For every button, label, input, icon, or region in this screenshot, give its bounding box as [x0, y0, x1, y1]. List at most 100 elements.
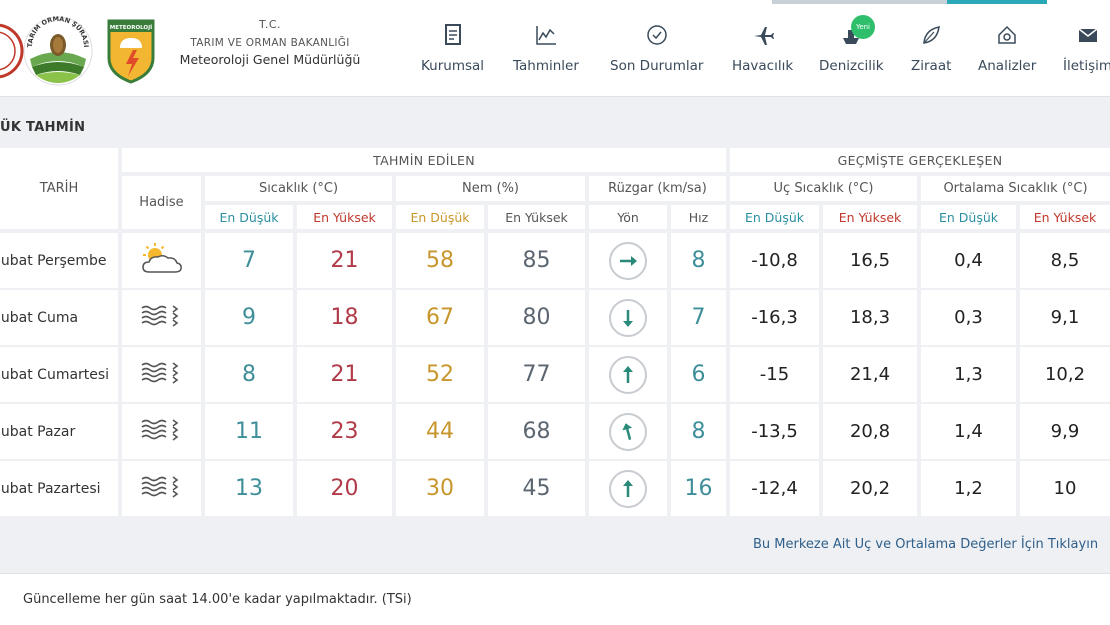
- col-temp-label: Sıcaklık (°C): [258, 181, 339, 196]
- row-ext-low: -10,8: [730, 233, 819, 288]
- group-predicted-header: TAHMİN EDİLEN: [122, 148, 726, 172]
- row-event: [122, 404, 201, 459]
- svg-text:METEOROLOJİ: METEOROLOJİ: [110, 24, 152, 31]
- wind-arrow-icon: [609, 355, 647, 394]
- row-ext-high: 16,5: [823, 233, 917, 288]
- fog-icon: [139, 474, 185, 504]
- row-t-low: 9: [205, 290, 293, 345]
- row-ext-low: -15: [730, 347, 819, 402]
- row-h-low: 67: [396, 290, 484, 345]
- meteoroloji-logo[interactable]: METEOROLOJİ: [106, 18, 156, 88]
- nav-iletisim-label: İletişim: [1063, 58, 1110, 74]
- sub-wind-dir: Yön: [589, 205, 667, 229]
- row-ext-high: 20,8: [823, 404, 917, 459]
- col-extreme-label: Uç Sıcaklık (°C): [773, 181, 874, 196]
- row-date: Şubat Cumartesi: [0, 347, 118, 402]
- chart-icon: [513, 24, 579, 50]
- row-date: Şubat Cuma: [0, 290, 118, 345]
- row-h-low: 58: [396, 233, 484, 288]
- row-t-high: 21: [297, 233, 392, 288]
- col-date-label: TARİH: [39, 181, 79, 196]
- col-humidity-label: Nem (%): [461, 181, 519, 196]
- row-avg-high: 8,5: [1020, 233, 1110, 288]
- row-t-low: 7: [205, 233, 293, 288]
- row-ext-low: -16,3: [730, 290, 819, 345]
- section-title: ÜK TAHMİN: [0, 120, 86, 135]
- row-avg-low: 0,3: [921, 290, 1016, 345]
- document-icon: [421, 24, 484, 50]
- wind-arrow-icon: [609, 298, 647, 337]
- row-wind-speed: 7: [671, 290, 726, 345]
- nav-tahminler[interactable]: Tahminler: [513, 24, 579, 74]
- col-temp-header: Sıcaklık (°C): [205, 176, 392, 201]
- nav-denizcilik-label: Denizcilik: [819, 58, 884, 74]
- sub-humidity-high: En Yüksek: [488, 205, 585, 229]
- row-t-high: 23: [297, 404, 392, 459]
- sub-average-high: En Yüksek: [1020, 205, 1110, 229]
- group-predicted-label: TAHMİN EDİLEN: [373, 152, 475, 168]
- row-wind-speed: 6: [671, 347, 726, 402]
- leaf-icon: [911, 24, 951, 50]
- wind-arrow-icon: [609, 241, 647, 280]
- row-h-high: 80: [488, 290, 585, 345]
- nav-ziraat[interactable]: Ziraat: [911, 24, 951, 74]
- partly-cloudy-icon: [139, 242, 185, 280]
- row-event: [122, 347, 201, 402]
- col-wind-header: Rüzgar (km/sa): [589, 176, 726, 201]
- row-ext-high: 20,2: [823, 461, 917, 516]
- sub-temp-high: En Yüksek: [297, 205, 392, 229]
- row-avg-high: 10: [1020, 461, 1110, 516]
- nav-havacilik[interactable]: Havacılık: [732, 24, 793, 74]
- row-avg-high: 10,2: [1020, 347, 1110, 402]
- ministry-logo[interactable]: [0, 20, 24, 86]
- row-h-high: 85: [488, 233, 585, 288]
- nav-son-durumlar-label: Son Durumlar: [610, 58, 704, 74]
- wind-arrow-icon: [609, 412, 647, 451]
- row-h-high: 68: [488, 404, 585, 459]
- extremes-link[interactable]: Bu Merkeze Ait Uç ve Ortalama Değerler İ…: [753, 537, 1098, 552]
- col-average-label: Ortalama Sıcaklık (°C): [943, 181, 1088, 196]
- nav-tahminler-label: Tahminler: [513, 58, 579, 74]
- row-avg-high: 9,1: [1020, 290, 1110, 345]
- fog-icon: [139, 417, 185, 447]
- row-wind-direction: [589, 404, 667, 459]
- footer: Güncelleme her gün saat 14.00'e kadar ya…: [0, 573, 1110, 625]
- fog-icon: [139, 360, 185, 390]
- directorate-label: Meteoroloji Genel Müdürlüğü: [179, 52, 361, 67]
- top-accent-bar: [772, 0, 947, 4]
- row-t-high: 18: [297, 290, 392, 345]
- row-h-high: 77: [488, 347, 585, 402]
- row-t-low: 11: [205, 404, 293, 459]
- nav-son-durumlar[interactable]: Son Durumlar: [610, 24, 703, 74]
- col-humidity-header: Nem (%): [396, 176, 585, 201]
- mail-icon: [1063, 24, 1110, 50]
- row-wind-direction: [589, 347, 667, 402]
- col-date-header: TARİH: [0, 148, 118, 229]
- row-event: [122, 233, 201, 288]
- nav-kurumsal-label: Kurumsal: [421, 58, 485, 74]
- update-note: Güncelleme her gün saat 14.00'e kadar ya…: [23, 592, 412, 607]
- row-wind-direction: [589, 233, 667, 288]
- row-ext-high: 21,4: [823, 347, 917, 402]
- nav-iletisim[interactable]: İletişim: [1063, 24, 1110, 74]
- row-ext-low: -12,4: [730, 461, 819, 516]
- row-wind-speed: 8: [671, 404, 726, 459]
- row-ext-high: 18,3: [823, 290, 917, 345]
- nav-kurumsal[interactable]: Kurumsal: [421, 24, 484, 74]
- row-wind-speed: 8: [671, 233, 726, 288]
- nav-analizler[interactable]: Analizler: [978, 24, 1036, 74]
- sub-extreme-high: En Yüksek: [823, 205, 917, 229]
- row-t-low: 8: [205, 347, 293, 402]
- top-accent-bar-active: [947, 0, 1047, 4]
- ministry-name: T.C. TARIM VE ORMAN BAKANLIĞI Meteoroloj…: [160, 18, 380, 67]
- row-event: [122, 290, 201, 345]
- row-ext-low: -13,5: [730, 404, 819, 459]
- site-header: TARIM ORMAN ŞÛRASI METEOROLOJİ T.C. TARI…: [0, 0, 1110, 97]
- row-wind-direction: [589, 290, 667, 345]
- row-h-high: 45: [488, 461, 585, 516]
- col-event-label: Hadise: [139, 195, 184, 210]
- tarim-orman-surasi-logo[interactable]: TARIM ORMAN ŞÛRASI: [22, 15, 94, 91]
- row-t-high: 21: [297, 347, 392, 402]
- sub-temp-low: En Düşük: [205, 205, 293, 229]
- sub-extreme-low: En Düşük: [730, 205, 819, 229]
